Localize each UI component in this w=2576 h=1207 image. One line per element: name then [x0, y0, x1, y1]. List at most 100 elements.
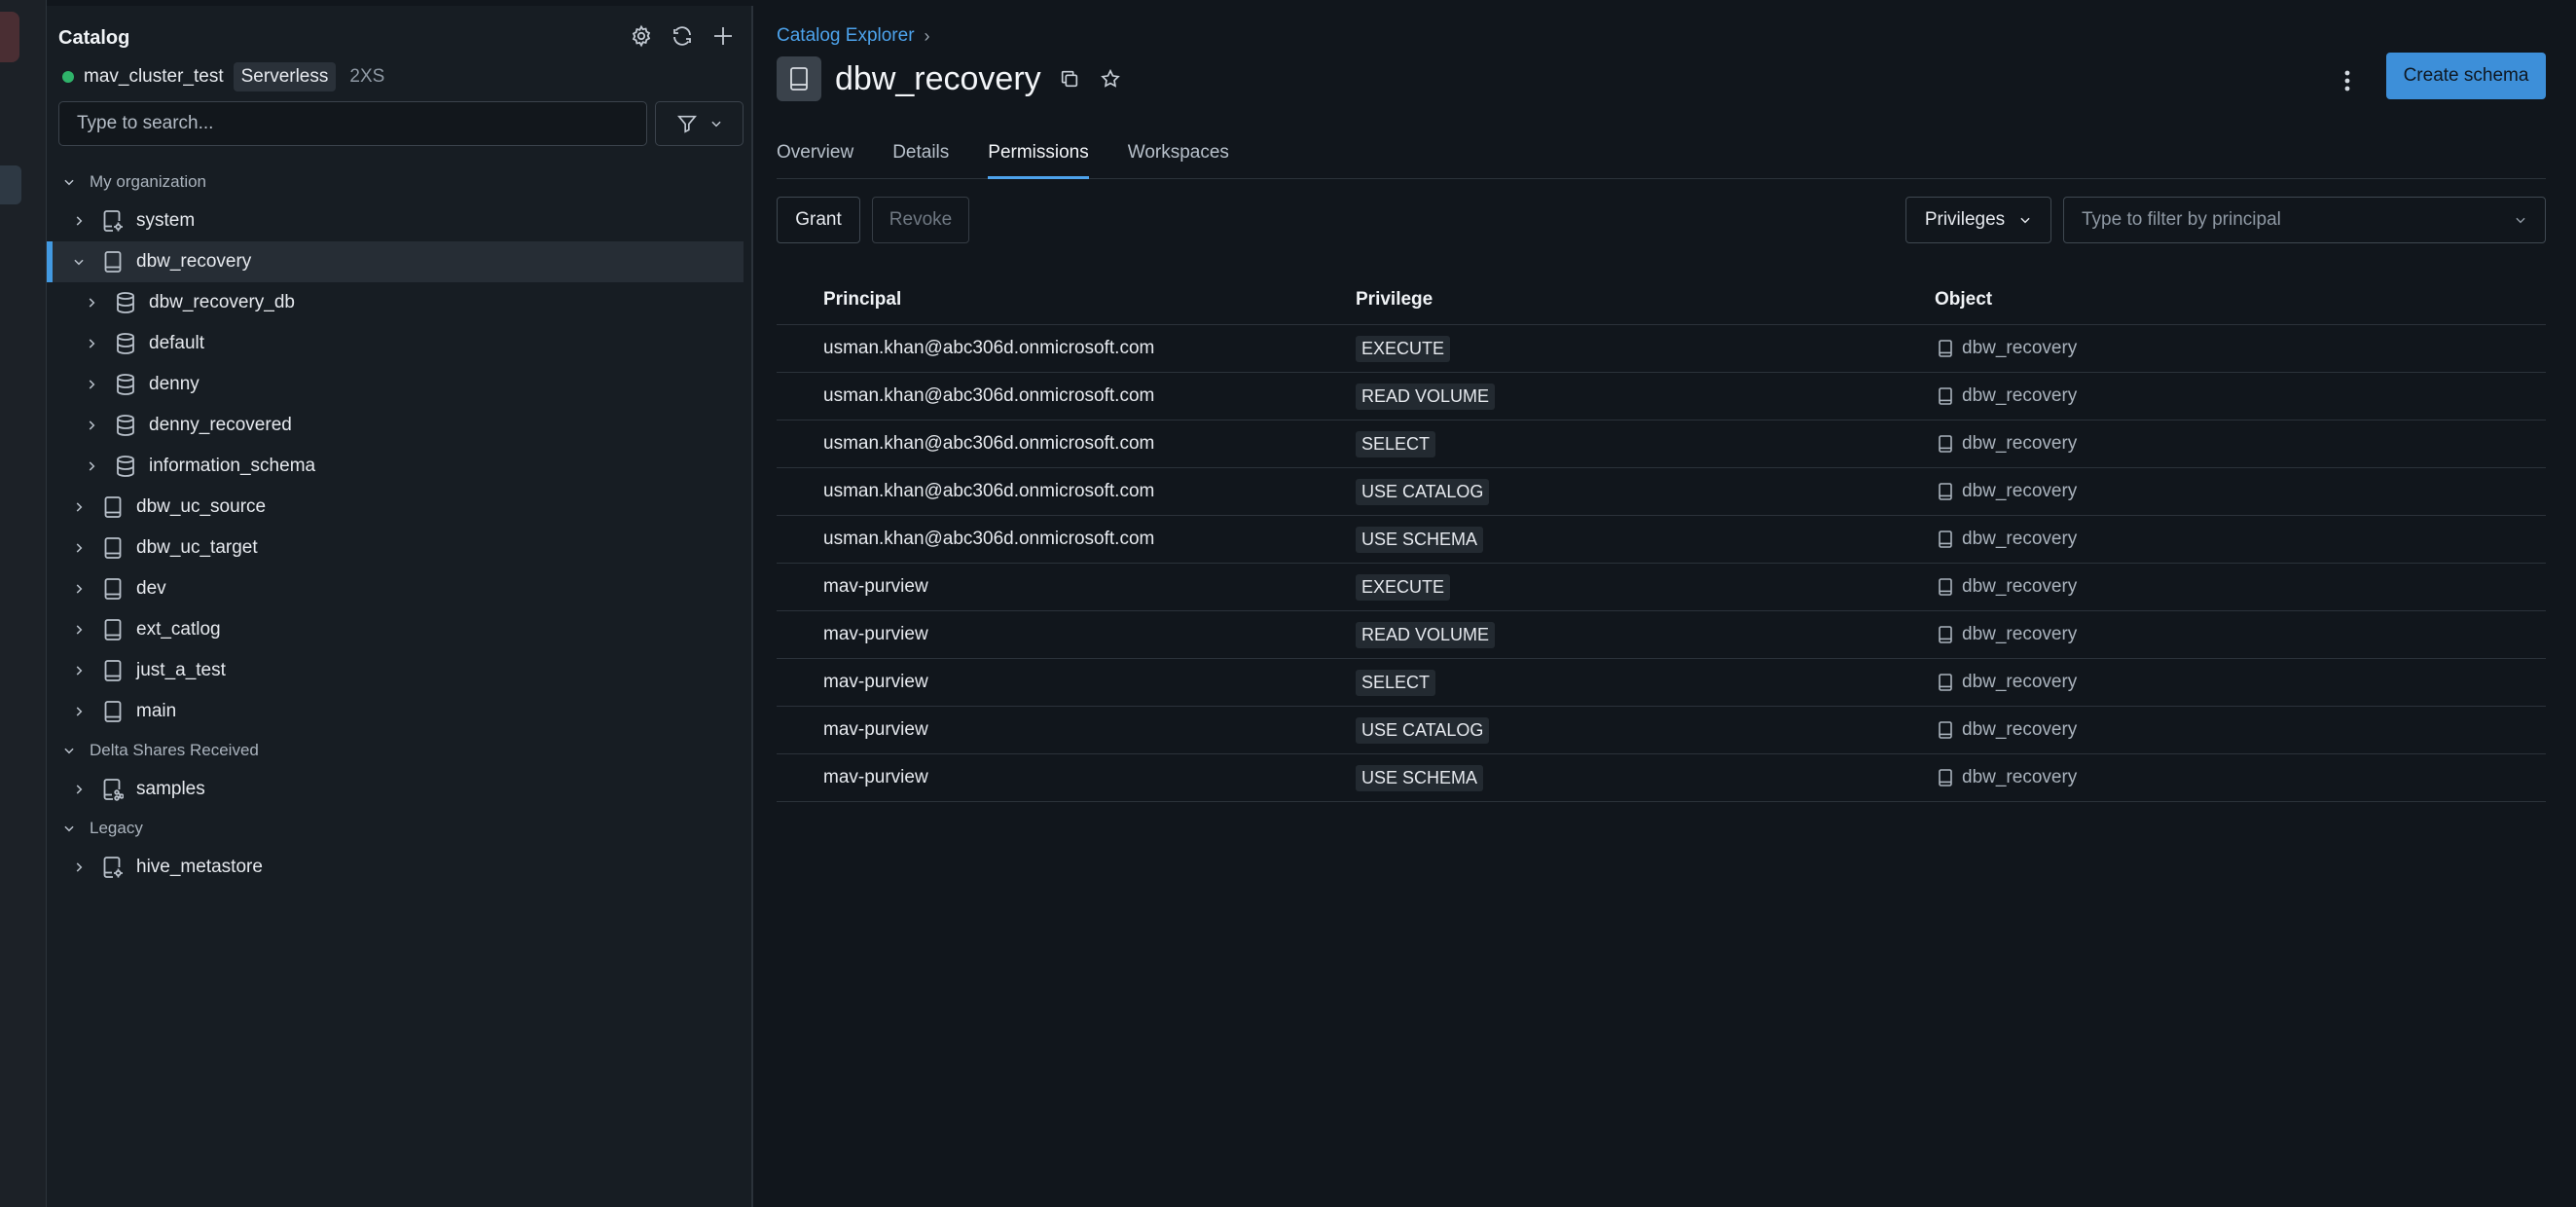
chevron-right-icon[interactable] [70, 621, 88, 639]
plus-icon[interactable] [708, 21, 738, 51]
chevron-down-icon[interactable] [70, 253, 88, 271]
chevron-right-icon[interactable] [70, 859, 88, 876]
catalog-sidebar: Catalog mav_cluster_test Serverless 2XS … [47, 6, 753, 1207]
tree-item-dev[interactable]: dev [47, 568, 744, 609]
rail-top-item[interactable] [0, 12, 19, 62]
chevron-right-icon[interactable] [70, 781, 88, 798]
tree-group-header[interactable]: Legacy [47, 810, 744, 847]
column-header-principal[interactable]: Principal [777, 289, 1356, 311]
tree-item-dbw-recovery[interactable]: dbw_recovery [47, 241, 744, 282]
catalog-tree: My organization system dbw_recovery dbw_rec… [47, 164, 744, 888]
table-row[interactable]: mav-purview EXECUTE dbw_recovery [777, 564, 2546, 611]
tab-workspaces[interactable]: Workspaces [1128, 138, 1229, 179]
table-row[interactable]: usman.khan@abc306d.onmicrosoft.com EXECUT… [777, 325, 2546, 373]
table-row[interactable]: mav-purview USE CATALOG dbw_recovery [777, 707, 2546, 754]
tree-item-information-schema[interactable]: information_schema [47, 446, 744, 487]
table-row[interactable]: usman.khan@abc306d.onmicrosoft.com READ V… [777, 373, 2546, 421]
chevron-right-icon[interactable] [70, 703, 88, 720]
more-options-icon[interactable] [2338, 64, 2357, 97]
principal-cell: usman.khan@abc306d.onmicrosoft.com [823, 338, 1155, 358]
tree-group-label: My organization [90, 172, 207, 191]
object-name[interactable]: dbw_recovery [1962, 624, 2077, 645]
cluster-size: 2XS [349, 66, 385, 87]
grant-button[interactable]: Grant [777, 197, 860, 243]
table-row[interactable]: usman.khan@abc306d.onmicrosoft.com SELECT… [777, 421, 2546, 468]
object-name[interactable]: dbw_recovery [1962, 433, 2077, 455]
object-cell: dbw_recovery [1935, 433, 2546, 455]
tree-item-dbw-uc-source[interactable]: dbw_uc_source [47, 487, 744, 528]
object-name[interactable]: dbw_recovery [1962, 385, 2077, 407]
tree-item-denny[interactable]: denny [47, 364, 744, 405]
privileges-dropdown[interactable]: Privileges [1905, 197, 2051, 243]
principal-cell: usman.khan@abc306d.onmicrosoft.com [823, 481, 1155, 501]
tree-group-header[interactable]: My organization [47, 164, 744, 201]
chevron-right-icon[interactable] [83, 417, 100, 434]
chevron-right-icon[interactable] [70, 498, 88, 516]
breadcrumb-separator: › [924, 25, 930, 46]
object-name[interactable]: dbw_recovery [1962, 529, 2077, 550]
table-row[interactable]: mav-purview USE SCHEMA dbw_recovery [777, 754, 2546, 802]
tree-group-label: Legacy [90, 819, 143, 837]
tree-item-ext-catlog[interactable]: ext_catlog [47, 609, 744, 650]
object-name[interactable]: dbw_recovery [1962, 719, 2077, 741]
star-icon[interactable] [1098, 66, 1123, 91]
chevron-right-icon[interactable] [70, 580, 88, 598]
filter-button[interactable] [655, 101, 744, 146]
chevron-right-icon[interactable] [83, 457, 100, 475]
tree-item-label: main [136, 701, 177, 721]
privileges-label: Privileges [1924, 209, 2006, 230]
chevron-right-icon[interactable] [70, 539, 88, 557]
object-name[interactable]: dbw_recovery [1962, 481, 2077, 502]
tab-permissions[interactable]: Permissions [988, 138, 1089, 179]
column-header-privilege[interactable]: Privilege [1356, 289, 1935, 311]
object-name[interactable]: dbw_recovery [1962, 767, 2077, 788]
tree-item-system[interactable]: system [47, 201, 744, 241]
principal-filter-input[interactable]: Type to filter by principal [2063, 197, 2546, 243]
tree-item-dbw-recovery-db[interactable]: dbw_recovery_db [47, 282, 744, 323]
gear-icon[interactable] [627, 21, 656, 51]
table-row[interactable]: mav-purview READ VOLUME dbw_recovery [777, 611, 2546, 659]
database-icon [114, 332, 137, 355]
object-cell: dbw_recovery [1935, 338, 2546, 359]
catalog-icon [101, 250, 125, 274]
chevron-right-icon[interactable] [83, 294, 100, 311]
table-row[interactable]: usman.khan@abc306d.onmicrosoft.com USE SC… [777, 516, 2546, 564]
tree-item-denny-recovered[interactable]: denny_recovered [47, 405, 744, 446]
column-header-object[interactable]: Object [1935, 289, 2546, 311]
tab-overview[interactable]: Overview [777, 138, 853, 179]
chevron-right-icon[interactable] [70, 662, 88, 679]
tree-item-just-a-test[interactable]: just_a_test [47, 650, 744, 691]
tree-item-hive-metastore[interactable]: hive_metastore [47, 847, 744, 888]
copy-icon[interactable] [1057, 66, 1082, 91]
create-schema-button[interactable]: Create schema [2386, 53, 2546, 99]
table-row[interactable]: mav-purview SELECT dbw_recovery [777, 659, 2546, 707]
chevron-right-icon[interactable] [83, 335, 100, 352]
tree-item-default[interactable]: default [47, 323, 744, 364]
tree-item-samples[interactable]: samples [47, 769, 744, 810]
privilege-badge: EXECUTE [1356, 335, 1451, 362]
table-row[interactable]: usman.khan@abc306d.onmicrosoft.com USE CA… [777, 468, 2546, 516]
chevron-down-icon [60, 173, 78, 191]
object-name[interactable]: dbw_recovery [1962, 338, 2077, 359]
tree-item-main[interactable]: main [47, 691, 744, 732]
tree-item-dbw-uc-target[interactable]: dbw_uc_target [47, 528, 744, 568]
object-cell: dbw_recovery [1935, 576, 2546, 598]
tab-details[interactable]: Details [892, 138, 949, 179]
object-cell: dbw_recovery [1935, 529, 2546, 550]
catalog-icon [101, 536, 125, 560]
refresh-icon[interactable] [668, 21, 697, 51]
catalog-icon [101, 618, 125, 641]
object-name[interactable]: dbw_recovery [1962, 576, 2077, 598]
cluster-selector[interactable]: mav_cluster_test Serverless 2XS [62, 62, 384, 91]
search-input[interactable]: Type to search... [58, 101, 647, 146]
chevron-right-icon[interactable] [83, 376, 100, 393]
revoke-button[interactable]: Revoke [872, 197, 969, 243]
tree-item-label: dbw_uc_target [136, 537, 258, 558]
breadcrumb-link[interactable]: Catalog Explorer [777, 25, 915, 47]
object-name[interactable]: dbw_recovery [1962, 672, 2077, 693]
chevron-right-icon[interactable] [70, 212, 88, 230]
privilege-cell: USE CATALOG [1356, 716, 1935, 744]
rail-selected-item[interactable] [0, 165, 21, 204]
tree-item-label: hive_metastore [136, 857, 263, 877]
tree-group-header[interactable]: Delta Shares Received [47, 732, 744, 769]
